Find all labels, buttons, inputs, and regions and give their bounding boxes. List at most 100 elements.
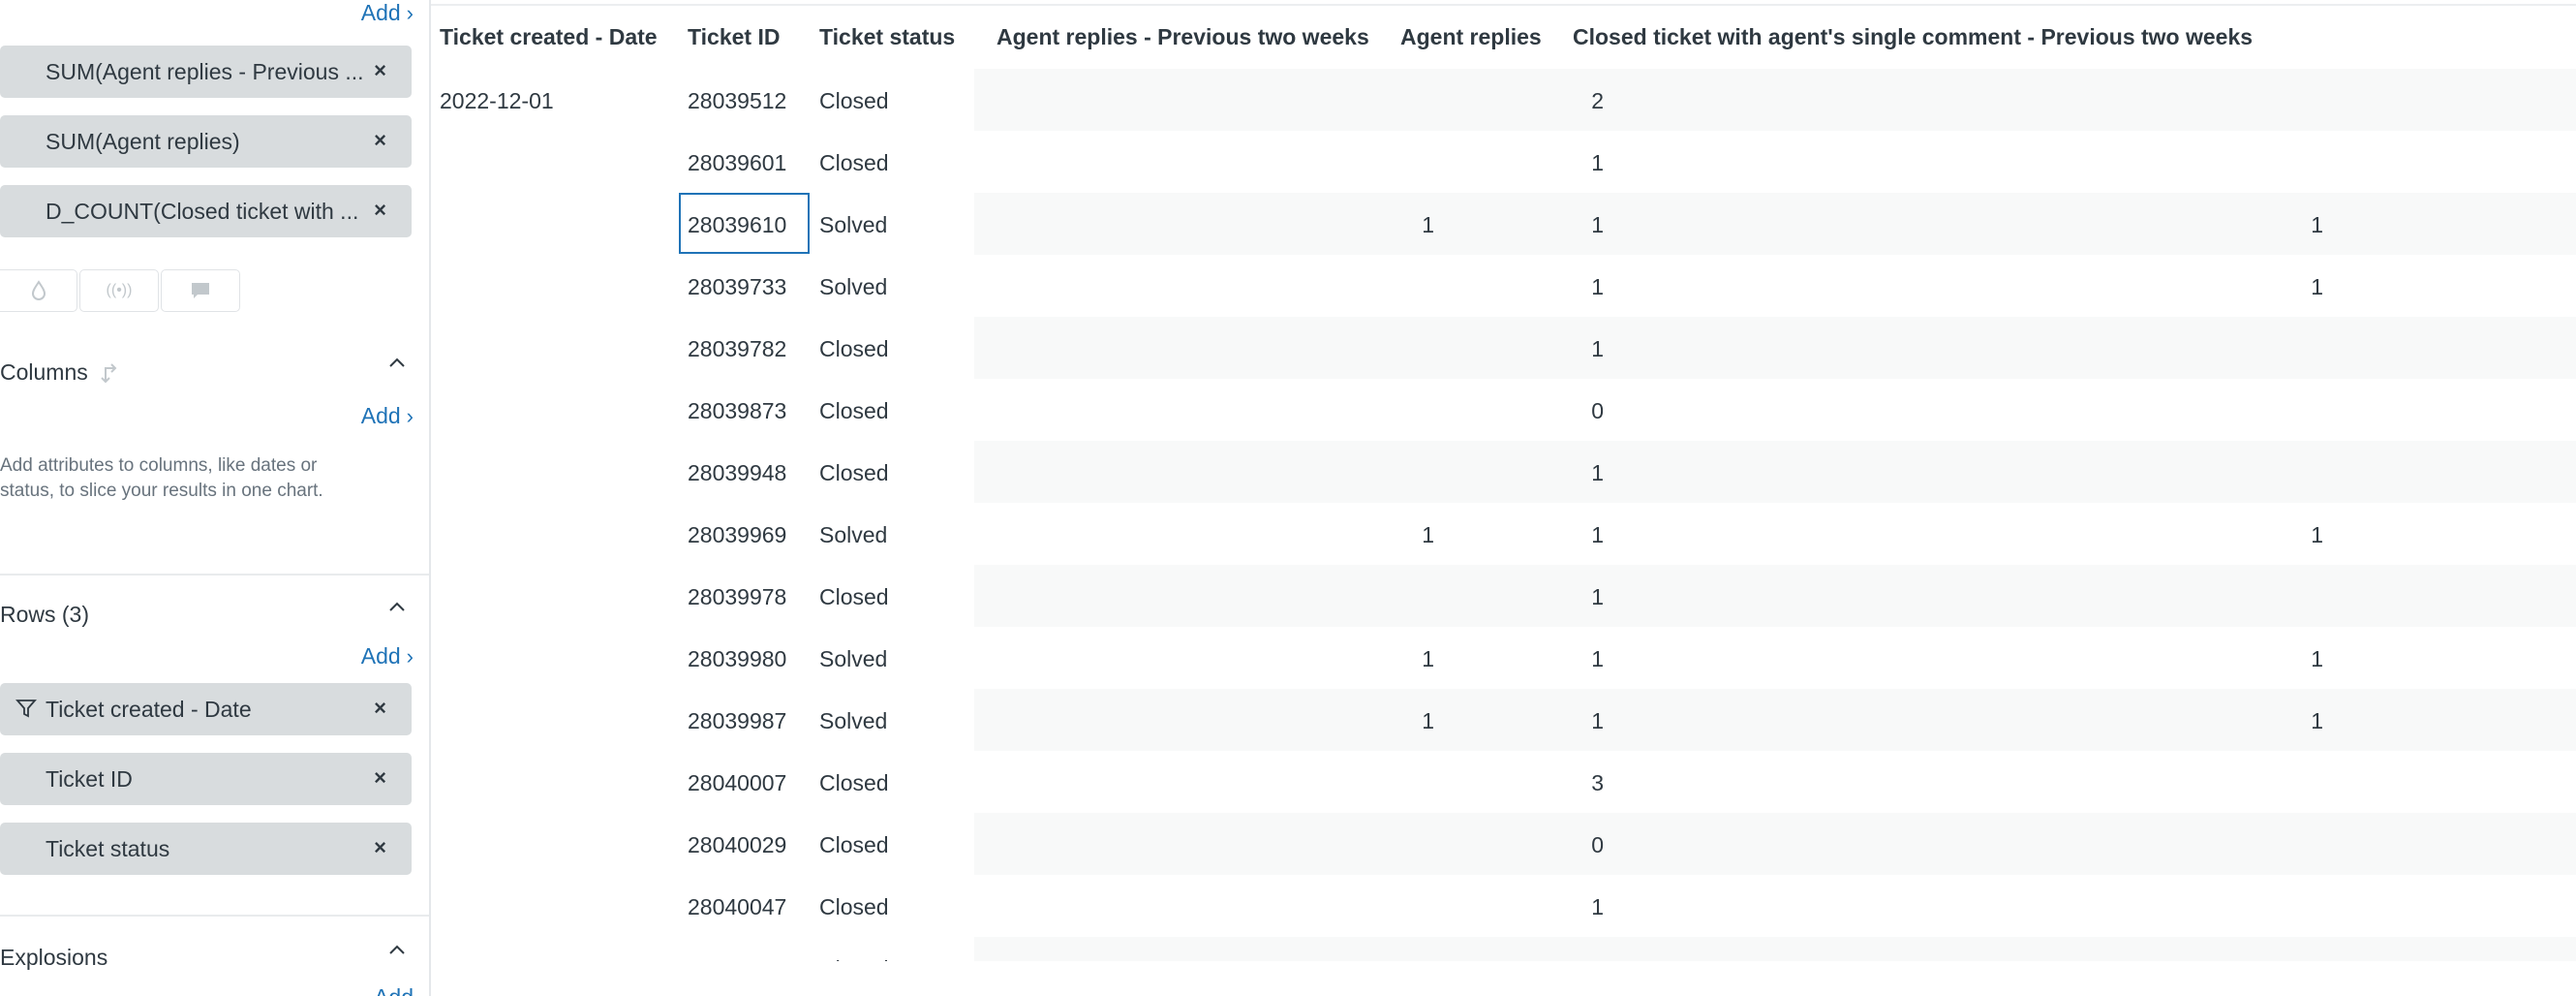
row-stripe [974, 317, 2576, 379]
cell-closed-single[interactable]: 1 [2265, 274, 2323, 300]
remove-icon[interactable]: × [374, 835, 386, 860]
cell-status[interactable]: Solved [819, 522, 887, 548]
chevron-right-icon: › [406, 403, 414, 428]
cell-agent-replies[interactable]: 0 [1546, 398, 1604, 424]
filter-icon[interactable] [15, 697, 37, 720]
metrics-add-link[interactable]: Add › [361, 0, 414, 26]
table-row: 28039610 Solved 1 1 1 [431, 193, 2576, 255]
cell-ticket-id[interactable]: 28039873 [688, 398, 786, 424]
chevron-up-icon[interactable] [386, 353, 408, 380]
cell-ticket-id[interactable]: 28039948 [688, 460, 786, 486]
columns-add-link[interactable]: Add › [361, 403, 414, 429]
remove-icon[interactable]: × [374, 198, 386, 223]
cell-ticket-id[interactable]: 28039782 [688, 336, 786, 362]
cell-ticket-id[interactable]: 28040007 [688, 770, 786, 796]
explosions-add-label: Add [374, 984, 414, 996]
explosions-add-link[interactable]: Add [374, 984, 414, 996]
cell-status[interactable]: Closed [819, 832, 889, 858]
cell-agent-replies[interactable]: 1 [1546, 150, 1604, 176]
rows-title[interactable]: Rows (3) [0, 602, 89, 628]
comment-button[interactable] [161, 269, 240, 312]
cell-agent-replies[interactable]: 0 [1546, 832, 1604, 858]
swap-icon[interactable] [98, 360, 123, 386]
cell-closed-single[interactable]: 1 [2265, 212, 2323, 238]
cell-status[interactable]: Solved [819, 212, 887, 238]
cell-agent-replies[interactable]: 1 [1546, 336, 1604, 362]
metric-chip[interactable]: SUM(Agent replies) × [0, 115, 412, 168]
row-chip-label: Ticket ID [46, 765, 133, 792]
cell-agent-replies[interactable]: 1 [1546, 708, 1604, 734]
header-agent-replies[interactable]: Agent replies [1400, 24, 1542, 50]
header-agent-replies-prev[interactable]: Agent replies - Previous two weeks [997, 24, 1369, 50]
cell-closed-single[interactable]: 1 [2265, 646, 2323, 672]
cell-ticket-id[interactable]: 28039512 [688, 88, 786, 114]
cell-agent-replies[interactable]: 3 [1546, 770, 1604, 796]
header-ticket-created-date[interactable]: Ticket created - Date [440, 24, 658, 50]
chevron-up-icon[interactable] [386, 940, 408, 967]
cell-ticket-id[interactable]: 28039980 [688, 646, 786, 672]
table-row: 28039601 Closed 1 [431, 131, 2576, 193]
cell-date[interactable]: 2022-12-01 [440, 88, 554, 114]
cell-ticket-id[interactable]: 28040047 [688, 894, 786, 920]
cell-status[interactable]: Solved [819, 646, 887, 672]
cell-agent-replies[interactable]: 1 [1546, 646, 1604, 672]
table-row: 28040007 Closed 3 [431, 751, 2576, 813]
cell-status[interactable]: Closed [819, 460, 889, 486]
cell-status[interactable]: Closed [819, 894, 889, 920]
row-chip[interactable]: Ticket status × [0, 823, 412, 875]
row-chip[interactable]: Ticket ID × [0, 753, 412, 805]
comment-icon [192, 283, 209, 298]
cell-ticket-id[interactable]: 28039733 [688, 274, 786, 300]
explosions-title[interactable]: Explosions [0, 945, 107, 971]
table-row: 28039980 Solved 1 1 1 [431, 627, 2576, 689]
cell-ticket-id[interactable]: 28039969 [688, 522, 786, 548]
metric-chip[interactable]: D_COUNT(Closed ticket with ... × [0, 185, 412, 237]
chevron-up-icon[interactable] [386, 597, 408, 624]
cell-agent-replies[interactable]: 1 [1546, 522, 1604, 548]
cell-ticket-id[interactable]: 28039601 [688, 150, 786, 176]
cell-status[interactable]: Closed [819, 770, 889, 796]
row-chip[interactable]: Ticket created - Date × [0, 683, 412, 735]
cell-closed-single[interactable]: 1 [2265, 522, 2323, 548]
columns-section-header[interactable]: Columns [0, 359, 123, 386]
cell-agent-replies[interactable]: 1 [1546, 894, 1604, 920]
cell-agent-replies[interactable]: 2 [1546, 88, 1604, 114]
rows-add-link[interactable]: Add › [361, 643, 414, 669]
columns-description: Add attributes to columns, like dates or… [0, 455, 323, 501]
color-drop-button[interactable] [0, 269, 77, 312]
header-closed-single-comment[interactable]: Closed ticket with agent's single commen… [1573, 24, 2253, 50]
table-row: 28039733 Solved 1 1 [431, 255, 2576, 317]
cell-agent-replies-prev[interactable]: 1 [1376, 212, 1434, 238]
metric-chip-label: D_COUNT(Closed ticket with ... [46, 198, 359, 224]
remove-icon[interactable]: × [374, 58, 386, 83]
cell-status[interactable]: Closed [819, 150, 889, 176]
cell-ticket-id[interactable]: 28039987 [688, 708, 786, 734]
remove-icon[interactable]: × [374, 696, 386, 721]
divider [0, 574, 429, 576]
cell-agent-replies[interactable]: 1 [1546, 274, 1604, 300]
remove-icon[interactable]: × [374, 765, 386, 791]
cell-agent-replies[interactable]: 1 [1546, 584, 1604, 610]
cell-ticket-id[interactable]: 28040029 [688, 832, 786, 858]
header-ticket-status[interactable]: Ticket status [819, 24, 955, 50]
cell-status[interactable]: Closed [819, 584, 889, 610]
cell-agent-replies-prev[interactable]: 1 [1376, 522, 1434, 548]
cell-status[interactable]: Closed [819, 398, 889, 424]
cell-ticket-id[interactable]: 28039978 [688, 584, 786, 610]
cell-status[interactable]: Solved [819, 274, 887, 300]
cell-agent-replies[interactable]: 1 [1546, 212, 1604, 238]
cell-status[interactable]: Closed [819, 88, 889, 114]
header-ticket-id[interactable]: Ticket ID [688, 24, 780, 50]
cell-status[interactable]: Closed [819, 336, 889, 362]
signal-button[interactable]: ((•)) [79, 269, 159, 312]
table-row: 28039969 Solved 1 1 1 [431, 503, 2576, 565]
cell-agent-replies[interactable]: 1 [1546, 460, 1604, 486]
table-clip [431, 961, 2576, 996]
cell-closed-single[interactable]: 1 [2265, 708, 2323, 734]
metric-chip[interactable]: SUM(Agent replies - Previous ... × [0, 46, 412, 98]
cell-status[interactable]: Solved [819, 708, 887, 734]
cell-agent-replies-prev[interactable]: 1 [1376, 708, 1434, 734]
remove-icon[interactable]: × [374, 128, 386, 153]
cell-agent-replies-prev[interactable]: 1 [1376, 646, 1434, 672]
chevron-right-icon: › [406, 643, 414, 669]
